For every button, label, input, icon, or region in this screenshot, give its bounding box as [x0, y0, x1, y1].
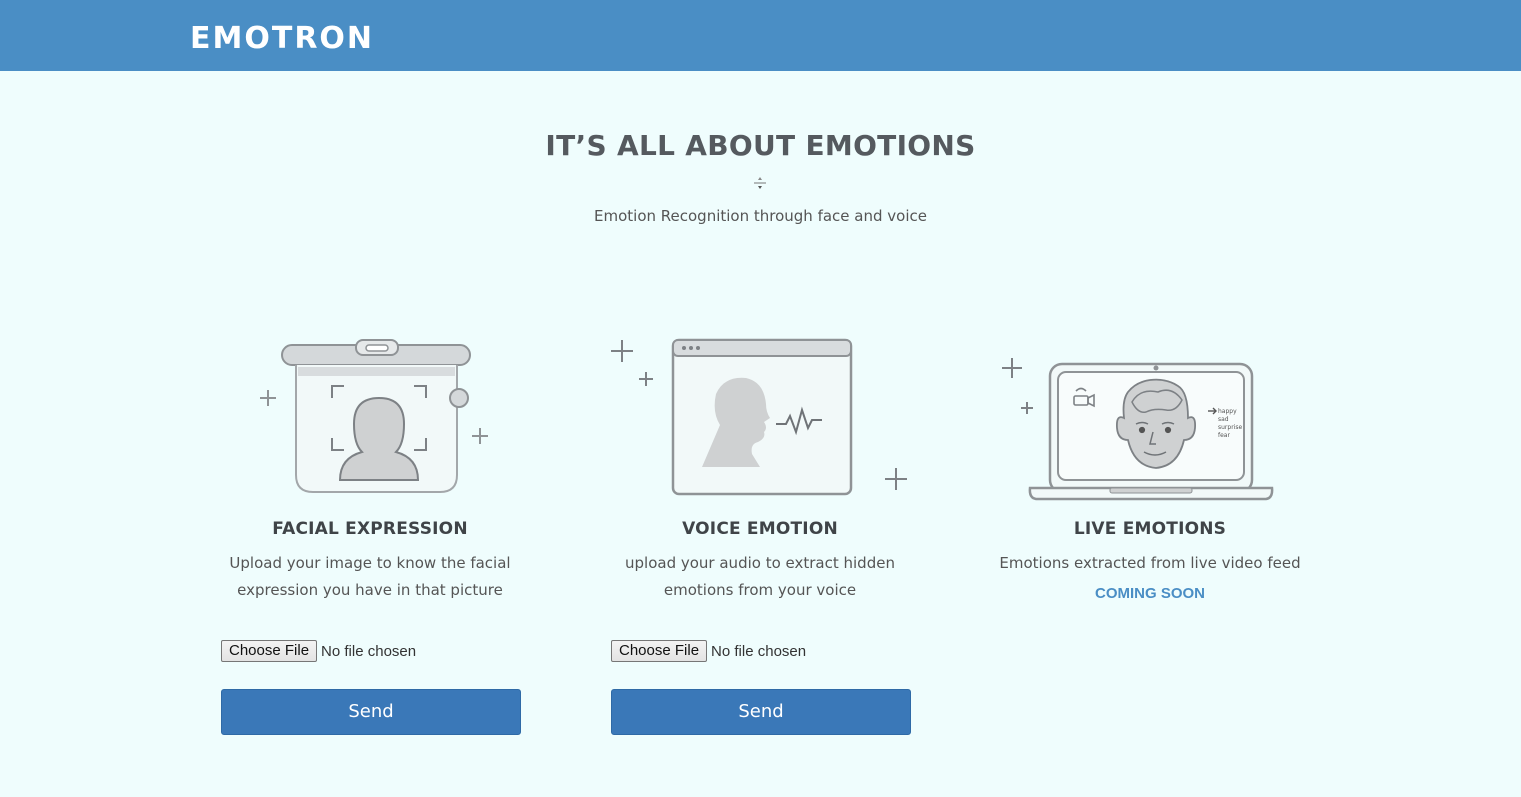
file-input-image[interactable]: Choose File No file chosen: [221, 639, 416, 663]
face-scan-illustration-icon: [260, 339, 488, 493]
file-input-audio[interactable]: Choose File No file chosen: [611, 639, 806, 663]
screen-label-fear: fear: [1218, 432, 1230, 439]
choose-file-button[interactable]: Choose File: [611, 640, 708, 662]
brand-logo[interactable]: EMOTRON: [190, 21, 374, 57]
file-status-text: No file chosen: [321, 642, 417, 660]
voice-waveform-illustration-icon: [611, 338, 907, 496]
top-navbar: EMOTRON: [0, 0, 1521, 71]
screen-label-surprise: surprise: [1218, 424, 1242, 431]
page-title: IT’S ALL ABOUT EMOTIONS: [545, 129, 976, 162]
send-image-button[interactable]: Send: [221, 689, 521, 735]
screen-label-happy: happy: [1218, 408, 1237, 415]
card-title: LIVE EMOTIONS: [1073, 519, 1227, 539]
screen-label-sad: sad: [1218, 416, 1229, 423]
divider-icon: [754, 177, 766, 189]
card-description: upload your audio to extract hidden emot…: [625, 554, 895, 599]
card-description: Upload your image to know the facial exp…: [229, 554, 511, 599]
coming-soon-badge: COMING SOON: [1094, 585, 1205, 602]
page-subtitle: Emotion Recognition through face and voi…: [594, 207, 927, 225]
card-description: Emotions extracted from live video feed: [999, 554, 1301, 572]
file-status-text: No file chosen: [711, 642, 807, 660]
card-title: VOICE EMOTION: [682, 519, 838, 539]
choose-file-button[interactable]: Choose File: [221, 640, 318, 662]
send-audio-button[interactable]: Send: [611, 689, 911, 735]
laptop-video-face-illustration-icon: happy sad surprise fear: [1002, 358, 1274, 501]
card-title: FACIAL EXPRESSION: [272, 519, 468, 539]
